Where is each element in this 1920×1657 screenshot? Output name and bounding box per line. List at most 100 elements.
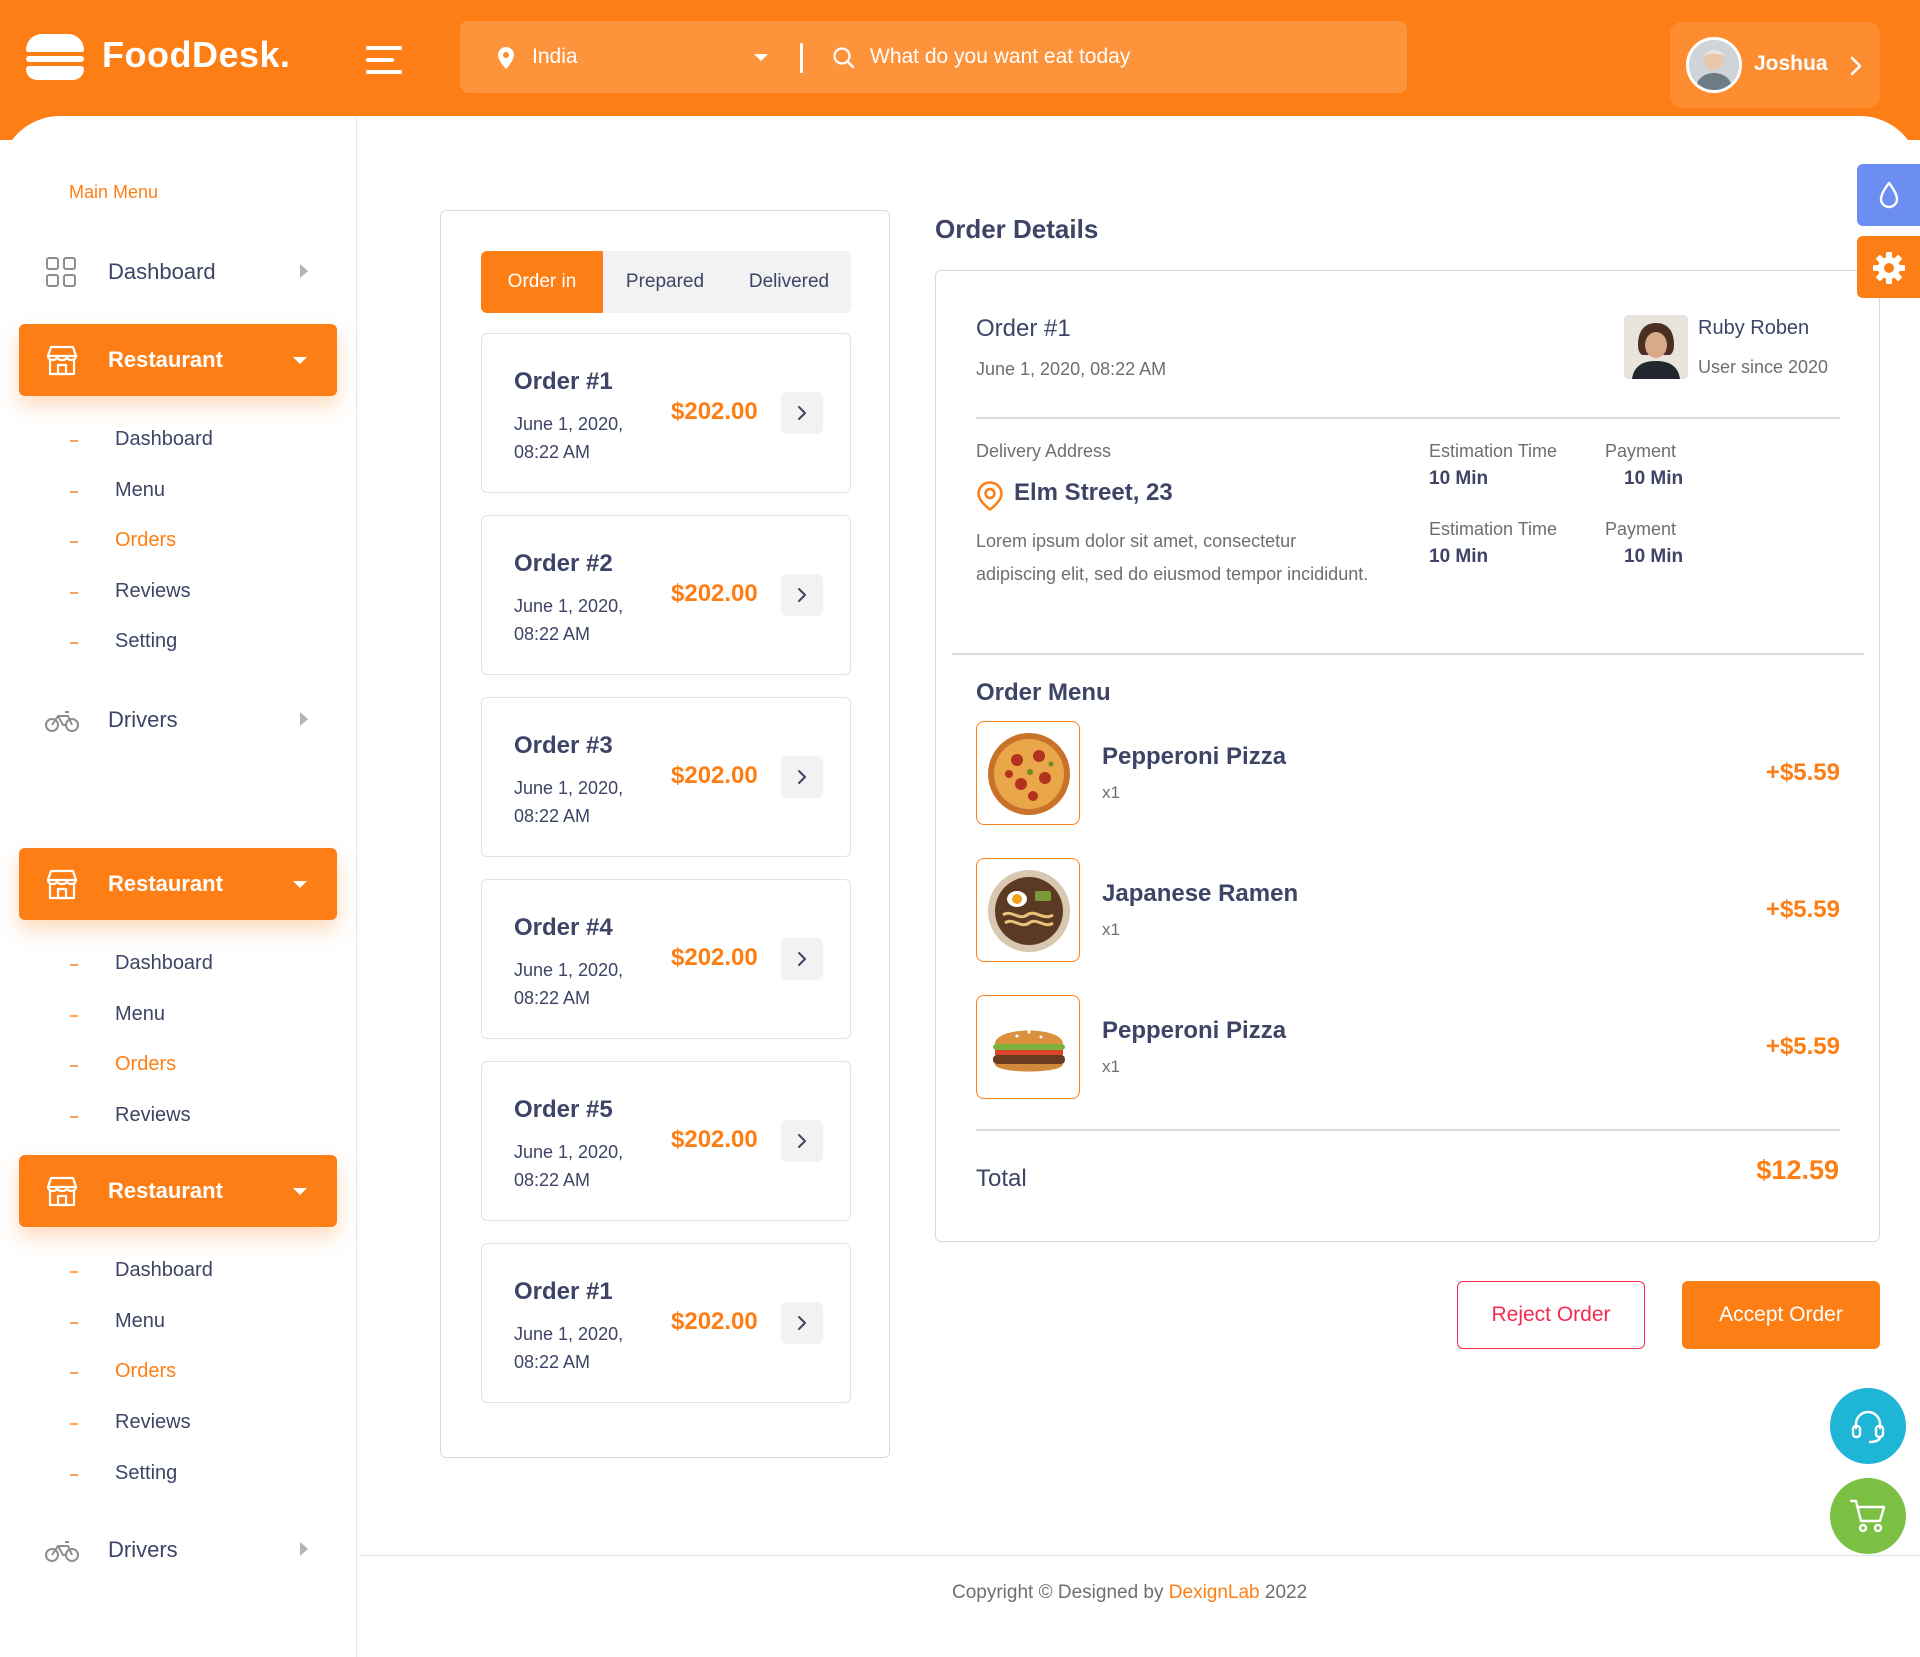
search-bar: India	[460, 21, 1407, 93]
submenu-item-dashboard[interactable]: Dashboard	[115, 428, 213, 451]
search-icon[interactable]	[832, 46, 856, 75]
menu-item-price: +$5.59	[1765, 1033, 1840, 1060]
sidebar-item-restaurant[interactable]: Restaurant	[19, 324, 337, 396]
tab-prepared[interactable]: Prepared	[603, 251, 727, 313]
customer-since: User since 2020	[1698, 357, 1829, 377]
accept-order-button[interactable]: Accept Order	[1682, 1281, 1880, 1349]
order-date: June 1, 2020, 08:22 AM	[976, 359, 1167, 379]
order-date: June 1, 2020, 08:22 AM	[514, 414, 624, 462]
order-open-button[interactable]	[781, 1120, 823, 1162]
chevron-down-icon	[293, 881, 307, 888]
sidebar-item-restaurant[interactable]: Restaurant	[19, 1155, 337, 1227]
chevron-right-icon	[300, 712, 308, 726]
tab-order-in[interactable]: Order in	[481, 251, 603, 313]
sidebar-item-restaurant[interactable]: Restaurant	[19, 848, 337, 920]
order-price: $202.00	[671, 944, 758, 971]
order-price: $202.00	[671, 398, 758, 425]
divider	[952, 653, 1864, 655]
menu-item-qty: x1	[1102, 1057, 1120, 1076]
submenu-bullet	[70, 1271, 78, 1273]
hamburger-icon[interactable]	[366, 44, 402, 76]
delivery-description: Lorem ipsum dolor sit amet, consectetur …	[976, 531, 1369, 584]
order-details-panel: Order #1 June 1, 2020, 08:22 AM Ruby Rob…	[935, 270, 1880, 1242]
submenu-item-menu[interactable]: Menu	[115, 479, 165, 502]
submenu-bullet	[70, 1423, 78, 1425]
menu-item-name: Pepperoni Pizza	[1102, 1017, 1287, 1044]
footer-prefix: Copyright © Designed by	[952, 1582, 1169, 1603]
submenu-item-reviews[interactable]: Reviews	[115, 1104, 191, 1127]
order-date: June 1, 2020, 08:22 AM	[514, 1142, 624, 1190]
chevron-right-icon	[300, 264, 308, 278]
submenu-item-orders[interactable]: Orders	[115, 1360, 176, 1383]
pizza-image	[976, 721, 1080, 825]
submenu-item-reviews[interactable]: Reviews	[115, 1411, 191, 1434]
order-menu-title: Order Menu	[976, 679, 1111, 706]
order-menu-item: Japanese Ramen x1 +$5.59	[976, 858, 1840, 962]
order-open-button[interactable]	[781, 574, 823, 616]
order-card[interactable]: Order #4 June 1, 2020, 08:22 AM $202.00	[481, 879, 851, 1039]
order-open-button[interactable]	[781, 756, 823, 798]
submenu-item-setting[interactable]: Setting	[115, 630, 177, 653]
submenu-item-orders[interactable]: Orders	[115, 1053, 176, 1076]
order-title: Order #1	[514, 1278, 613, 1305]
support-button[interactable]	[1830, 1388, 1906, 1464]
submenu-item-menu[interactable]: Menu	[115, 1003, 165, 1026]
submenu-item-setting[interactable]: Setting	[115, 1462, 177, 1485]
sidebar-item-drivers[interactable]: Drivers	[19, 684, 337, 756]
estimation-time-label: Estimation Time	[1429, 441, 1558, 461]
submenu-item-reviews[interactable]: Reviews	[115, 580, 191, 603]
submenu-item-dashboard[interactable]: Dashboard	[115, 1259, 213, 1282]
submenu-bullet	[70, 964, 78, 966]
order-date: June 1, 2020, 08:22 AM	[514, 778, 624, 826]
search-input[interactable]	[870, 41, 1370, 73]
estimation-time-label: Estimation Time	[1429, 519, 1558, 539]
theme-button[interactable]	[1857, 164, 1920, 226]
order-open-button[interactable]	[781, 938, 823, 980]
sidebar-item-drivers[interactable]: Drivers	[19, 1514, 337, 1586]
footer-suffix: 2022	[1259, 1582, 1308, 1603]
settings-button[interactable]	[1857, 236, 1920, 298]
order-title: Order #3	[514, 732, 613, 759]
footer-link[interactable]: DexignLab	[1169, 1582, 1260, 1603]
order-price: $202.00	[671, 1308, 758, 1335]
sidebar-section-title: Main Menu	[69, 182, 159, 202]
cart-button[interactable]	[1830, 1478, 1906, 1554]
bicycle-icon	[45, 704, 79, 736]
submenu-bullet	[70, 1474, 78, 1476]
submenu-bullet	[70, 541, 78, 543]
submenu-bullet	[70, 1065, 78, 1067]
submenu-item-menu[interactable]: Menu	[115, 1310, 165, 1333]
user-menu[interactable]: Joshua	[1670, 22, 1880, 108]
order-price: $202.00	[671, 762, 758, 789]
order-open-button[interactable]	[781, 1302, 823, 1344]
location-select[interactable]: India	[532, 45, 578, 69]
order-card[interactable]: Order #1 June 1, 2020, 08:22 AM $202.00	[481, 333, 851, 493]
reject-order-button[interactable]: Reject Order	[1457, 1281, 1645, 1349]
estimation-time-value: 10 Min	[1429, 546, 1489, 567]
order-card[interactable]: Order #2 June 1, 2020, 08:22 AM $202.00	[481, 515, 851, 675]
sidebar-item-label: Drivers	[108, 707, 178, 732]
submenu-item-orders[interactable]: Orders	[115, 529, 176, 552]
sidebar-item-dashboard[interactable]: Dashboard	[19, 236, 337, 308]
order-title: Order #5	[514, 1096, 613, 1123]
order-card[interactable]: Order #1 June 1, 2020, 08:22 AM $202.00	[481, 1243, 851, 1403]
location-pin-icon	[976, 481, 1004, 516]
tab-delivered[interactable]: Delivered	[727, 251, 851, 313]
order-menu-item: Pepperoni Pizza x1 +$5.59	[976, 721, 1840, 825]
brand-name: FoodDesk.	[102, 34, 291, 75]
delivery-address-label: Delivery Address	[976, 441, 1112, 461]
order-card[interactable]: Order #5 June 1, 2020, 08:22 AM $202.00	[481, 1061, 851, 1221]
chevron-down-icon[interactable]	[754, 54, 768, 61]
menu-item-name: Pepperoni Pizza	[1102, 743, 1287, 770]
cart-icon	[1848, 1497, 1888, 1540]
order-title: Order #1	[514, 368, 613, 395]
menu-item-name: Japanese Ramen	[1102, 880, 1299, 907]
order-open-button[interactable]	[781, 392, 823, 434]
sidebar-item-label: Restaurant	[108, 347, 223, 372]
chevron-down-icon	[293, 1188, 307, 1195]
submenu-item-dashboard[interactable]: Dashboard	[115, 952, 213, 975]
order-date: June 1, 2020, 08:22 AM	[514, 596, 624, 644]
order-card[interactable]: Order #3 June 1, 2020, 08:22 AM $202.00	[481, 697, 851, 857]
order-title: Order #4	[514, 914, 613, 941]
submenu-bullet	[70, 642, 78, 644]
